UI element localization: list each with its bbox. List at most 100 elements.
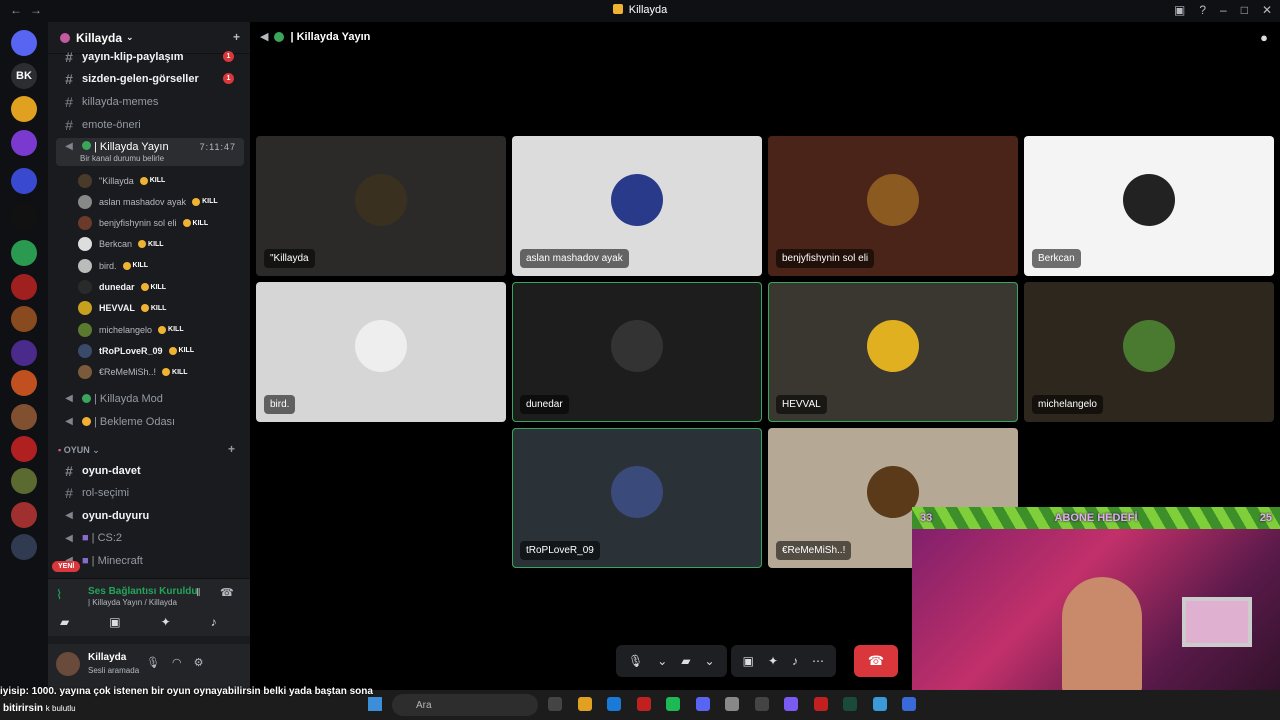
channel-item[interactable]: # yayın-klip-paylaşım 1	[56, 46, 244, 67]
category-oyun[interactable]: ▪ OYUN ⌄ +	[58, 442, 235, 456]
inbox-icon[interactable]: ▣	[1174, 3, 1185, 17]
participant-tile[interactable]: tRoPLoveR_09	[512, 428, 762, 568]
screen-share-icon[interactable]: ▣	[743, 654, 754, 668]
microphone-icon[interactable]: 🎙	[146, 656, 160, 669]
screen-share-icon[interactable]: ▣	[109, 615, 120, 629]
call-actions[interactable]: ▣ ✦ ♪ ⋯	[730, 645, 836, 677]
participant-tile[interactable]: HEVVAL	[768, 282, 1018, 422]
active-voice-channel[interactable]: ◀ | Killayda Yayın 7:11:47 Bir kanal durumu…	[56, 138, 244, 166]
folder-icon[interactable]	[577, 697, 592, 711]
help-icon[interactable]: ?	[1199, 3, 1206, 17]
disconnect-icon[interactable]: ☎	[220, 586, 234, 599]
soundboard-icon[interactable]: ♪	[792, 654, 798, 668]
voice-status-subtitle[interactable]: | Killayda Yayın / Killayda	[88, 598, 177, 607]
camera-icon[interactable]: ▰	[60, 615, 69, 629]
voice-user[interactable]: benjyfishynin sol eli KILL	[78, 213, 208, 234]
channel-status[interactable]: Bir kanal durumu belirle	[80, 154, 164, 163]
server-icon[interactable]	[11, 534, 37, 560]
server-icon[interactable]	[11, 370, 37, 396]
voice-channel-item[interactable]: ◀ | Killayda Mod	[56, 388, 244, 409]
voice-user[interactable]: dunedar KILL	[78, 277, 166, 298]
server-icon[interactable]	[11, 130, 37, 156]
participant-tile[interactable]: "Killayda	[256, 136, 506, 276]
task-view-icon[interactable]	[548, 697, 562, 711]
more-icon[interactable]: ⋯	[812, 654, 824, 668]
invite-user-icon[interactable]: +	[233, 30, 240, 44]
chevron-down-icon[interactable]: ⌄	[657, 654, 667, 668]
server-icon[interactable]	[11, 240, 37, 266]
settings-icon[interactable]	[725, 697, 739, 711]
server-icon[interactable]	[11, 96, 37, 122]
chevron-down-icon[interactable]: ⌄	[705, 654, 715, 668]
server-icon[interactable]: BK	[11, 63, 37, 89]
participant-tile[interactable]: dunedar	[512, 282, 762, 422]
avatar	[78, 173, 92, 188]
server-icon[interactable]	[11, 204, 37, 230]
voice-user[interactable]: michelangelo KILL	[78, 319, 184, 340]
server-icon[interactable]	[11, 404, 37, 430]
chrome-icon[interactable]	[636, 697, 651, 711]
channel-item[interactable]: # oyun-davet	[56, 460, 244, 481]
server-icon[interactable]	[11, 340, 37, 366]
server-icon[interactable]	[11, 168, 37, 194]
settings-gear-icon[interactable]: ⚙	[194, 656, 204, 669]
voice-user[interactable]: Berkcan KILL	[78, 234, 164, 255]
server-icon[interactable]	[11, 306, 37, 332]
voice-status-title[interactable]: Ses Bağlantısı Kuruldu	[88, 586, 197, 597]
voice-user[interactable]: tRoPLoveR_09 KILL	[78, 340, 194, 361]
channel-item[interactable]: # emote-öneri	[56, 114, 244, 135]
app-icon[interactable]	[754, 697, 769, 711]
voice-user[interactable]: €ReMeMiSh..! KILL	[78, 362, 188, 383]
hangup-button[interactable]: ☎	[854, 645, 898, 677]
camera-off-icon[interactable]: ▰	[681, 654, 690, 668]
soundboard-icon[interactable]: ♪	[211, 615, 217, 629]
channel-item[interactable]: ◀■| Minecraft	[56, 550, 244, 571]
participant-tile[interactable]: Berkcan	[1024, 136, 1274, 276]
spotify-icon[interactable]	[666, 697, 680, 711]
taskbar-search[interactable]: Ara	[392, 694, 538, 716]
new-badge[interactable]: YENİ	[52, 561, 81, 572]
opera-icon[interactable]	[813, 697, 828, 711]
channel-item[interactable]: ◀ ■ | CS:2	[56, 528, 244, 549]
close-button[interactable]: ✕	[1262, 3, 1272, 17]
activities-icon[interactable]: ✦	[161, 615, 171, 629]
voice-channel-item[interactable]: ◀ | Bekleme Odası	[56, 411, 244, 432]
voice-user[interactable]: "Killayda KILL	[78, 170, 165, 191]
minimize-button[interactable]: –	[1220, 3, 1227, 17]
add-channel-icon[interactable]: +	[228, 442, 235, 456]
voice-user[interactable]: bird. KILL	[78, 255, 148, 276]
outlook-icon[interactable]	[607, 697, 621, 711]
participant-tile[interactable]: michelangelo	[1024, 282, 1274, 422]
server-icon[interactable]	[11, 436, 37, 462]
server-icon[interactable]	[11, 30, 37, 56]
channel-item[interactable]: # rol-seçimi	[56, 483, 244, 504]
server-icon[interactable]	[11, 502, 37, 528]
channel-item[interactable]: ◀ oyun-duyuru	[56, 505, 244, 526]
channel-item[interactable]: # killayda-memes	[56, 91, 244, 112]
calendar-icon[interactable]	[784, 697, 798, 711]
activities-icon[interactable]: ✦	[768, 654, 778, 668]
mic-controls[interactable]: 🎙 ⌄ ▰ ⌄	[616, 645, 727, 677]
headphones-icon[interactable]: ◠	[172, 656, 182, 669]
server-icon[interactable]	[11, 468, 37, 494]
maximize-button[interactable]: □	[1241, 3, 1248, 17]
chrome-icon[interactable]	[872, 697, 887, 711]
server-icon[interactable]	[11, 274, 37, 300]
voice-user[interactable]: HEVVAL KILL	[78, 298, 166, 319]
noise-suppression-icon[interactable]: ‖	[196, 587, 201, 599]
avatar[interactable]	[56, 652, 80, 676]
user-name[interactable]: Killayda	[88, 652, 126, 663]
terminal-icon[interactable]	[843, 697, 857, 711]
participant-tile[interactable]: benjyfishynin sol eli	[768, 136, 1018, 276]
channel-item[interactable]: # sizden-gelen-görseller 1	[56, 68, 244, 89]
chat-bubble-icon[interactable]: ●	[1260, 30, 1268, 45]
start-icon[interactable]	[368, 697, 382, 711]
signal-icon[interactable]: ⌇	[56, 587, 62, 603]
discord-icon[interactable]	[695, 697, 710, 711]
participant-tile[interactable]: bird.	[256, 282, 506, 422]
avatar	[867, 174, 919, 226]
participant-tile[interactable]: aslan mashadov ayak	[512, 136, 762, 276]
microphone-icon[interactable]: 🎙	[628, 654, 643, 668]
steam-icon[interactable]	[902, 697, 916, 711]
voice-user[interactable]: aslan mashadov ayak KILL	[78, 191, 218, 212]
